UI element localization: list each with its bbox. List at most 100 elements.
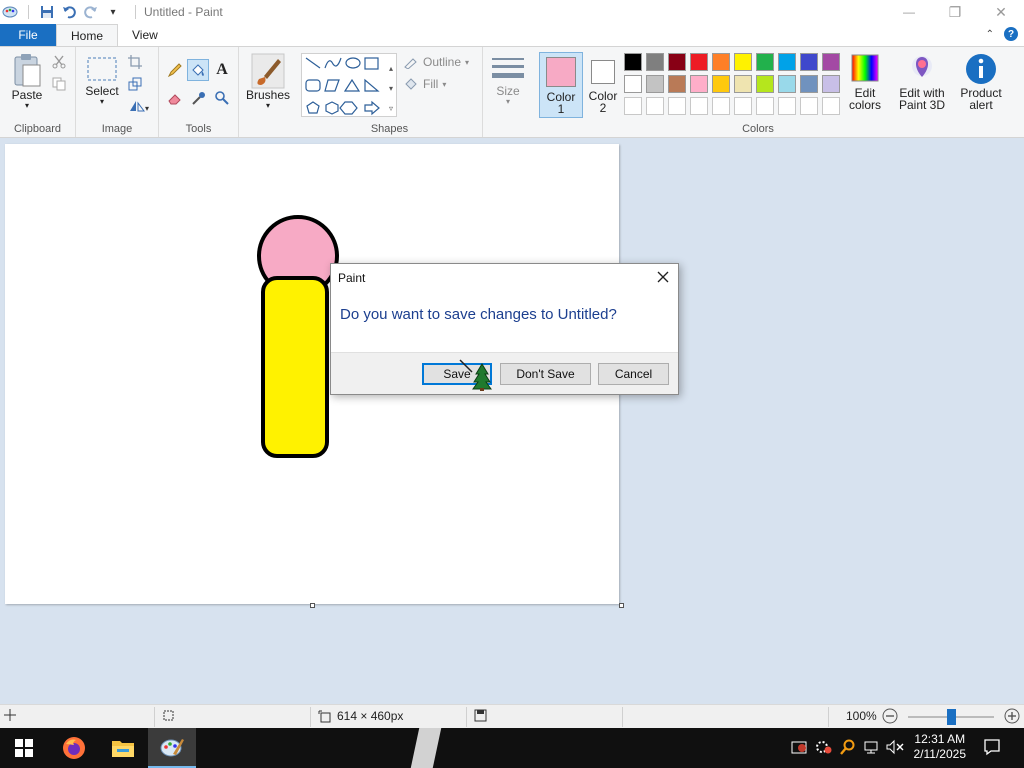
dont-save-button[interactable]: Don't Save [500, 363, 591, 385]
custom-color-slot[interactable] [690, 97, 708, 115]
cut-icon[interactable] [50, 53, 68, 71]
palette-swatch[interactable] [624, 75, 642, 93]
notifications-icon[interactable] [983, 738, 1001, 759]
resize-handle-bottom[interactable] [310, 603, 315, 608]
redo-icon[interactable] [83, 4, 99, 20]
palette-swatch[interactable] [690, 53, 708, 71]
zoom-out-button[interactable] [882, 708, 898, 724]
customize-toolbar-icon[interactable]: ▾ [105, 4, 121, 20]
window-title: Untitled - Paint [144, 5, 223, 19]
custom-color-slot[interactable] [624, 97, 642, 115]
paint-taskbar-button[interactable] [148, 728, 196, 768]
palette-swatch[interactable] [778, 75, 796, 93]
custom-color-slot[interactable] [734, 97, 752, 115]
palette-swatch[interactable] [668, 53, 686, 71]
color-spectrum-icon [851, 54, 879, 82]
brushes-button[interactable]: Brushes ▾ [245, 53, 291, 110]
custom-color-slot[interactable] [756, 97, 774, 115]
windows-logo-icon [15, 739, 33, 757]
zoom-level: 100% [846, 709, 877, 723]
shapes-scroll[interactable]: ▴ ▾ ▿ [389, 59, 393, 119]
palette-swatch[interactable] [646, 53, 664, 71]
custom-color-slot[interactable] [646, 97, 664, 115]
tab-file[interactable]: File [0, 24, 56, 46]
taskbar-clock[interactable]: 12:31 AM 2/11/2025 [914, 732, 967, 762]
dialog-close-icon[interactable] [654, 268, 672, 286]
resize-handle-corner[interactable] [619, 603, 624, 608]
crop-icon[interactable] [126, 53, 144, 71]
zoom-slider-thumb[interactable] [946, 709, 956, 725]
text-icon[interactable]: A [213, 61, 231, 79]
canvas-size-icon [318, 710, 331, 722]
paint-app-icon[interactable] [2, 4, 18, 20]
edit-colors-button[interactable]: Edit colors [845, 53, 885, 111]
custom-color-slot[interactable] [822, 97, 840, 115]
maximize-button[interactable]: ❐ [932, 0, 978, 24]
collapse-ribbon-icon[interactable]: ⌃ [986, 29, 994, 40]
fill-icon[interactable] [187, 59, 209, 81]
file-explorer-taskbar-button[interactable] [99, 728, 147, 768]
resize-icon[interactable] [126, 75, 144, 93]
custom-color-slot[interactable] [712, 97, 730, 115]
palette-swatch[interactable] [800, 75, 818, 93]
custom-color-slot[interactable] [800, 97, 818, 115]
product-alert-button[interactable]: Product alert [957, 53, 1005, 111]
select-rectangle-icon [87, 57, 117, 81]
palette-swatch[interactable] [822, 53, 840, 71]
palette-swatch[interactable] [646, 75, 664, 93]
clock-date: 2/11/2025 [913, 747, 967, 761]
tools-group: A Tools [159, 47, 239, 137]
help-icon[interactable]: ? [1004, 27, 1018, 41]
zoom-slider[interactable] [908, 709, 994, 725]
palette-swatch[interactable] [734, 53, 752, 71]
palette-swatch[interactable] [778, 53, 796, 71]
minimize-button[interactable]: — [886, 0, 932, 24]
palette-swatch[interactable] [712, 75, 730, 93]
custom-color-slot[interactable] [778, 97, 796, 115]
color-picker-icon[interactable] [190, 89, 208, 107]
magnifier-icon[interactable] [213, 89, 231, 107]
search-tray-icon[interactable] [840, 739, 856, 758]
palette-swatch[interactable] [668, 75, 686, 93]
save-changes-dialog: Paint Do you want to save changes to Unt… [330, 263, 679, 395]
palette-swatch[interactable] [822, 75, 840, 93]
firefox-taskbar-button[interactable] [50, 728, 98, 768]
ribbon: Paste ▾ Clipboard Select ▾ ▾ Image A Too… [0, 46, 1024, 138]
security-tray-icon[interactable] [791, 739, 807, 758]
select-button[interactable]: Select ▾ [82, 55, 122, 106]
custom-color-slot[interactable] [668, 97, 686, 115]
start-button[interactable] [0, 728, 48, 768]
tab-home[interactable]: Home [56, 24, 119, 47]
palette-swatch[interactable] [756, 75, 774, 93]
palette-swatch[interactable] [624, 53, 642, 71]
size-group: Size ▾ [483, 47, 533, 137]
tab-view[interactable]: View [118, 24, 172, 46]
workspace [0, 139, 1024, 704]
cancel-button[interactable]: Cancel [598, 363, 669, 385]
copy-icon[interactable] [50, 75, 68, 93]
palette-swatch[interactable] [690, 75, 708, 93]
size-button[interactable]: Size ▾ [489, 55, 527, 106]
brushes-group: Brushes ▾ [239, 47, 297, 137]
paste-button[interactable]: Paste ▾ [8, 53, 46, 110]
info-icon [966, 54, 996, 84]
network-tray-icon[interactable] [863, 739, 879, 758]
palette-swatch[interactable] [756, 53, 774, 71]
eraser-icon[interactable] [166, 89, 184, 107]
palette-swatch[interactable] [734, 75, 752, 93]
palette-swatch[interactable] [712, 53, 730, 71]
pencil-icon[interactable] [166, 61, 184, 79]
fill-dropdown[interactable]: Fill ▾ [403, 77, 446, 91]
colors-label: Colors [742, 123, 774, 135]
rotate-icon[interactable]: ▾ [126, 97, 152, 115]
shapes-gallery[interactable] [301, 53, 397, 117]
close-button[interactable]: ✕ [978, 0, 1024, 24]
tools-tray-icon[interactable] [815, 739, 833, 758]
zoom-in-button[interactable] [1004, 708, 1020, 724]
undo-icon[interactable] [61, 4, 77, 20]
outline-dropdown[interactable]: Outline ▾ [403, 55, 469, 69]
volume-muted-icon[interactable] [886, 739, 904, 758]
save-icon[interactable] [39, 4, 55, 20]
edit-with-paint3d-button[interactable]: Edit with Paint 3D [893, 53, 951, 111]
palette-swatch[interactable] [800, 53, 818, 71]
